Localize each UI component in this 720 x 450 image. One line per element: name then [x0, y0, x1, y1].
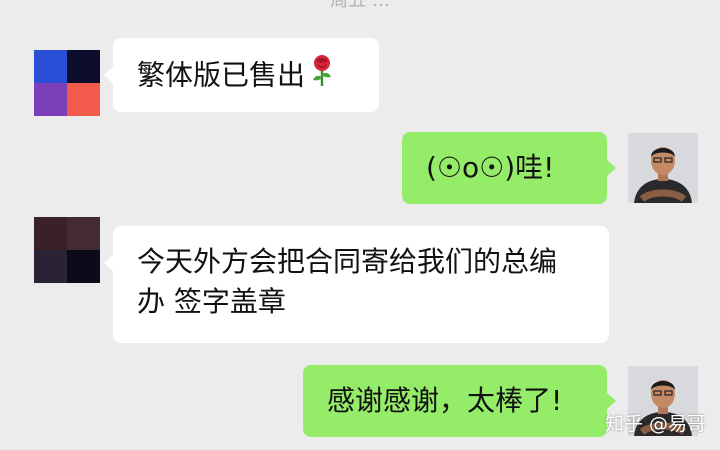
message-timestamp: 周五 …: [330, 0, 390, 11]
message-bubble-incoming[interactable]: 今天外方会把合同寄给我们的总编 办 签字盖章: [104, 226, 609, 343]
user-avatar[interactable]: [628, 133, 698, 203]
watermark: 知乎 @易哥: [604, 413, 706, 435]
message-text-line: 今天外方会把合同寄给我们的总编: [137, 245, 558, 278]
message-bubble-outgoing[interactable]: (☉o☉)哇!: [402, 132, 616, 204]
message-text: 感谢感谢，太棒了!: [327, 384, 563, 417]
contact-avatar[interactable]: [34, 217, 100, 283]
bubble-tail: [104, 254, 114, 272]
message-bubble-incoming[interactable]: 繁体版已售出: [104, 38, 379, 112]
message-text: 繁体版已售出: [137, 58, 306, 92]
bubble-tail: [606, 159, 616, 177]
bubble-tail: [104, 66, 114, 84]
contact-avatar[interactable]: [34, 50, 100, 116]
message-text: (☉o☉)哇!: [426, 151, 555, 184]
message-bubble-outgoing[interactable]: 感谢感谢，太棒了!: [303, 365, 616, 437]
message-text-line: 办 签字盖章: [137, 284, 286, 318]
bubble-tail: [606, 392, 616, 410]
rose-icon: [309, 55, 335, 98]
